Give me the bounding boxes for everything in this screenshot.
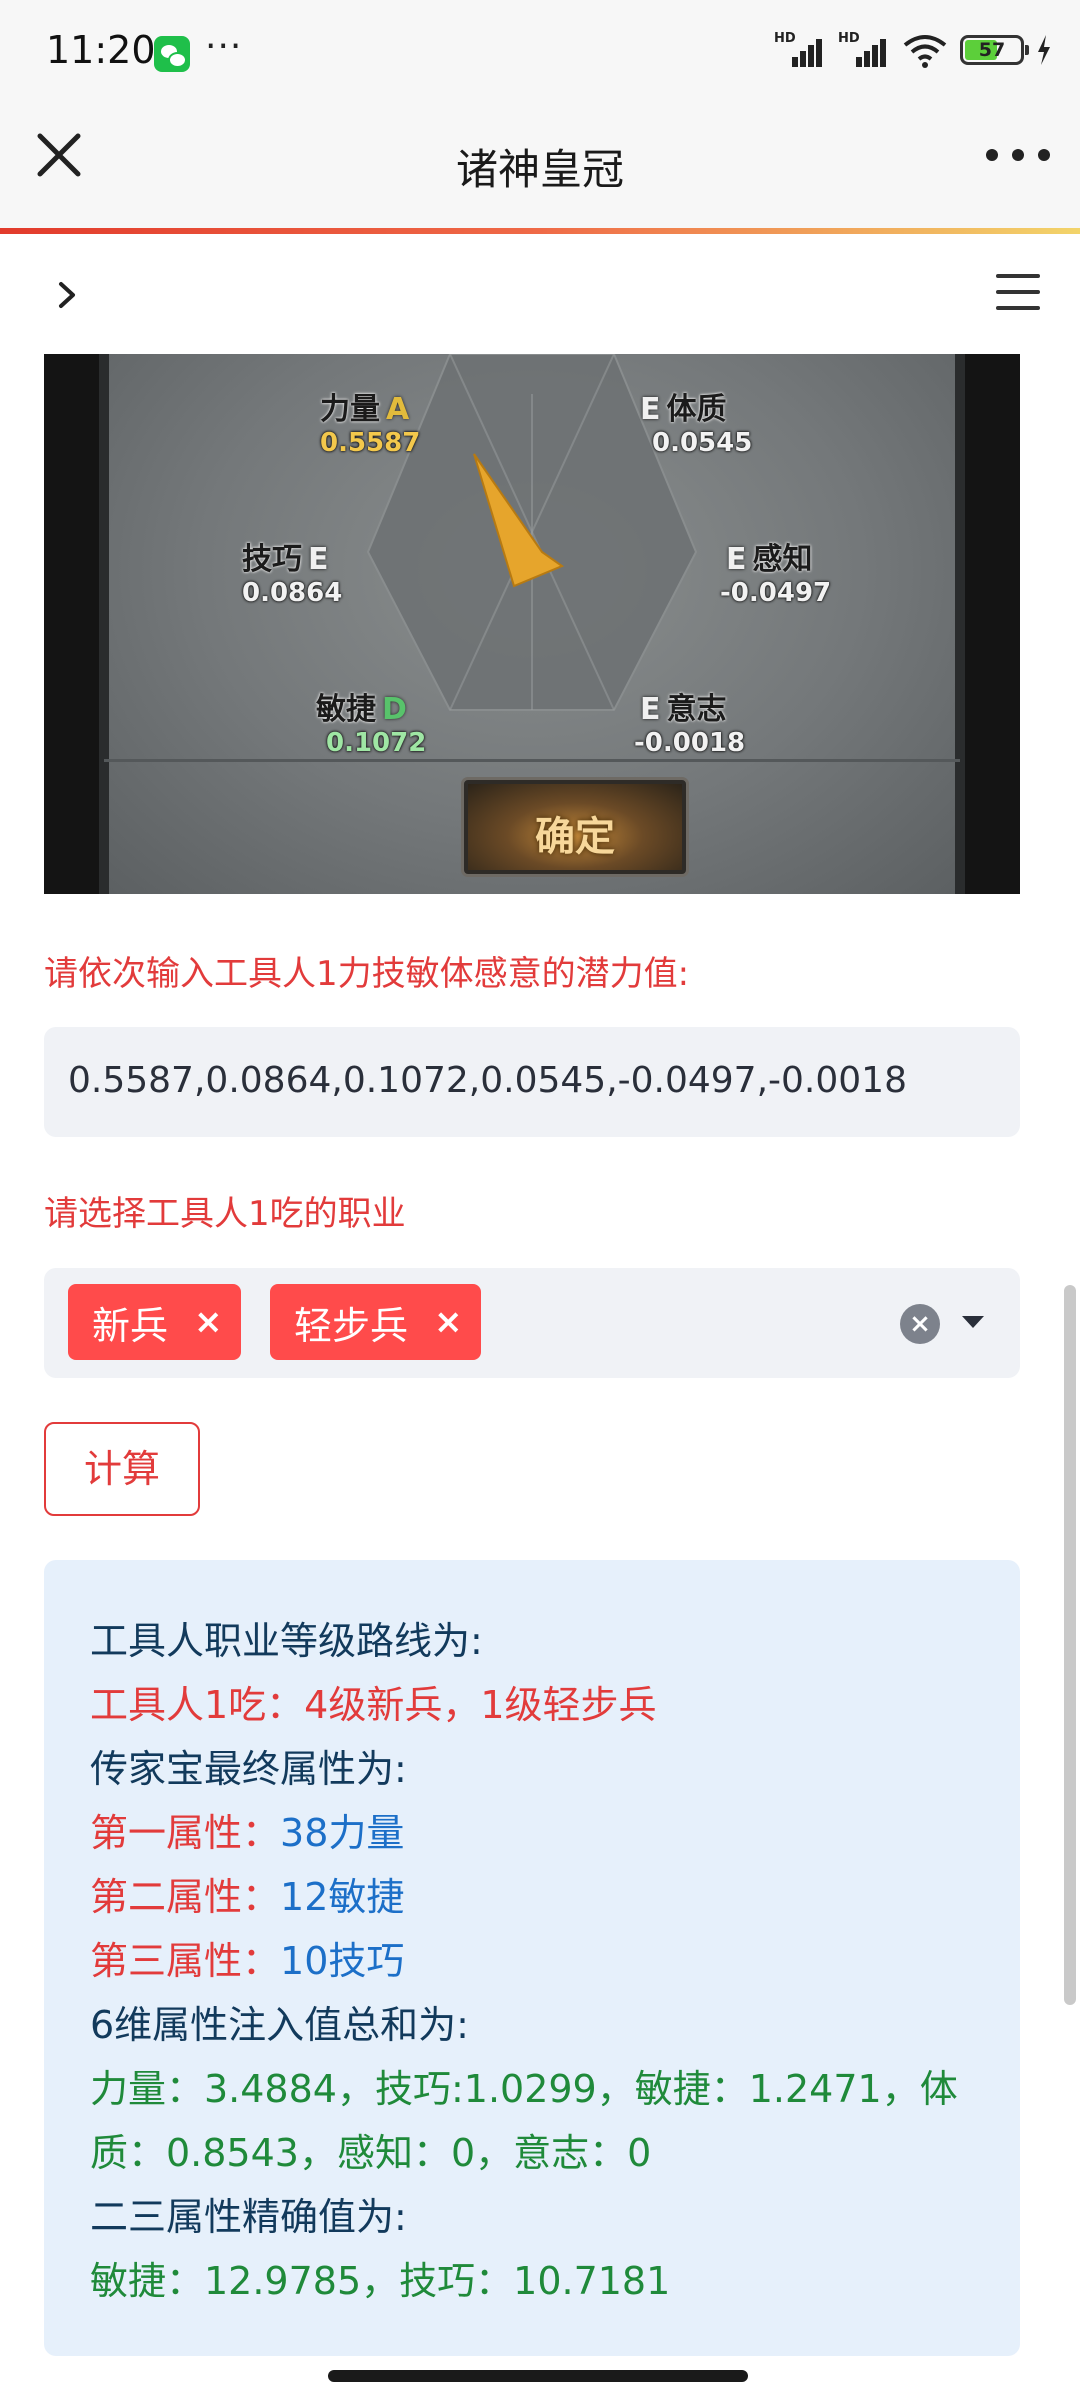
heirloom-title: 传家宝最终属性为: — [90, 1747, 407, 1791]
exact-title: 二三属性精确值为: — [90, 2195, 407, 2239]
wechat-notification-icon — [154, 36, 190, 72]
attr1-line: 第一属性：38力量 — [90, 1811, 405, 1855]
potential-input-value: 0.5587,0.0864,0.1072,0.0545,-0.0497,-0.0… — [68, 1060, 907, 1101]
remove-chip-icon[interactable]: × — [434, 1302, 463, 1342]
remove-chip-icon[interactable]: × — [194, 1302, 223, 1342]
wifi-icon — [903, 35, 947, 68]
potential-input[interactable]: 0.5587,0.0864,0.1072,0.0545,-0.0497,-0.0… — [44, 1027, 1020, 1137]
chevron-right-icon[interactable] — [50, 278, 84, 312]
job-chip-recruit[interactable]: 新兵 × — [68, 1284, 241, 1360]
route-title: 工具人职业等级路线为: — [90, 1619, 483, 1663]
attr2-line: 第二属性：12敏捷 — [90, 1875, 405, 1919]
battery-icon: 57 — [960, 35, 1029, 65]
app-header — [0, 234, 1080, 354]
potential-input-label: 请依次输入工具人1力技敏体感意的潜力值: — [44, 954, 690, 994]
route-line: 工具人1吃：4级新兵，1级轻步兵 — [90, 1683, 657, 1727]
job-select-label: 请选择工具人1吃的职业 — [44, 1194, 406, 1234]
calculate-button[interactable]: 计算 — [44, 1422, 200, 1516]
battery-level: 57 — [978, 39, 1006, 61]
more-options-icon[interactable] — [986, 130, 1050, 180]
attr3-line: 第三属性：10技巧 — [90, 1939, 405, 1983]
more-notifications-icon: ··· — [205, 26, 243, 67]
chevron-down-icon[interactable] — [962, 1316, 984, 1328]
scrollbar[interactable] — [1064, 1285, 1076, 2005]
charging-icon — [1038, 35, 1050, 65]
stat-will: E 意志 -0.0018 — [634, 692, 746, 758]
stat-constitution: E 体质 0.0545 — [640, 392, 753, 458]
stat-agility: 敏捷 D 0.1072 — [316, 692, 427, 758]
clear-all-icon[interactable]: × — [900, 1304, 940, 1344]
title-bar: 诸神皇冠 — [0, 92, 1080, 228]
signal-icon-2: HD — [838, 31, 890, 69]
signal-icon: HD — [774, 31, 826, 69]
sum-title: 6维属性注入值总和为: — [90, 2003, 469, 2047]
stat-skill: 技巧 E 0.0864 — [242, 542, 343, 608]
sum-line-2: 质：0.8543，感知：0，意志：0 — [90, 2131, 652, 2175]
stat-strength: 力量 A 0.5587 — [320, 392, 421, 458]
status-time: 11:20 — [46, 28, 156, 72]
page-title: 诸神皇冠 — [455, 145, 624, 194]
stat-perception: E 感知 -0.0497 — [720, 542, 832, 608]
exact-line: 敏捷：12.9785，技巧：10.7181 — [90, 2259, 671, 2303]
game-screenshot: 力量 A 0.5587 E 体质 0.0545 技巧 E 0.0864 E 感知 -0.… — [44, 354, 1020, 894]
status-icons: HD HD 57 — [774, 30, 1052, 70]
job-chip-light-infantry[interactable]: 轻步兵 × — [270, 1284, 481, 1360]
menu-icon[interactable] — [996, 274, 1040, 310]
job-multiselect[interactable]: 新兵 × 轻步兵 × × — [44, 1268, 1020, 1378]
home-indicator[interactable] — [328, 2370, 748, 2382]
game-confirm-button: 确定 — [464, 780, 686, 874]
status-bar: 11:20 ··· HD HD 57 — [0, 0, 1080, 92]
sum-line-1: 力量：3.4884，技巧:1.0299，敏捷：1.2471，体 — [90, 2067, 958, 2111]
result-panel: 工具人职业等级路线为: 工具人1吃：4级新兵，1级轻步兵 传家宝最终属性为: 第… — [44, 1560, 1020, 2356]
